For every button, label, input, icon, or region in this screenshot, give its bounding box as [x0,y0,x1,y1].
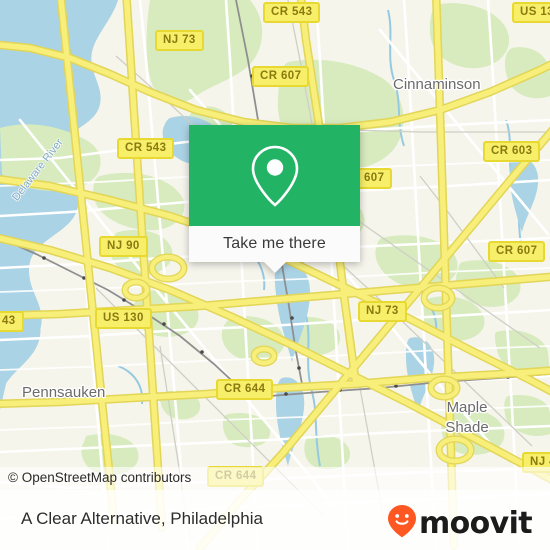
moovit-logo[interactable]: moovit [387,504,533,543]
road-shield: NJ 73 [155,30,204,51]
place-label-pennsauken: Pennsauken [22,384,106,401]
road-shield: 43 [0,311,24,332]
road-shield: CR 543 [263,2,321,23]
road-shield: 607 [356,168,393,189]
road-shield: CR 543 [117,138,175,159]
road-shield: CR 644 [216,379,274,400]
road-shield: NJ 73 [358,301,407,322]
popup-pointer [263,262,286,273]
place-label-maple-shade: Maple Shade [445,399,489,436]
take-me-there-label: Take me there [223,235,326,252]
road-shield: US 13 [512,2,550,23]
moovit-smiley-pin-icon [387,504,417,543]
road-shield: US 130 [95,308,152,329]
place-label-cinnaminson: Cinnaminson [393,76,481,93]
moovit-wordmark: moovit [418,505,533,541]
road-shield: NJ 90 [99,236,148,257]
road-shield: CR 607 [488,241,546,262]
page-title: A Clear Alternative, Philadelphia [21,509,263,528]
osm-attribution-text[interactable]: © OpenStreetMap contributors [8,470,191,485]
take-me-there-popup[interactable]: Take me there [189,125,360,273]
map-attribution-bar: © OpenStreetMap contributors [0,467,550,490]
popup-pin-area [189,125,360,226]
footer-bar: A Clear Alternative, Philadelphia moovit [0,490,550,550]
location-pin-icon [248,143,302,209]
map-screenshot: Cinnaminson Pennsauken Maple Shade Delawa… [0,0,550,550]
road-shield: CR 607 [252,66,310,87]
take-me-there-button[interactable]: Take me there [189,226,360,262]
road-shield: CR 603 [483,141,541,162]
